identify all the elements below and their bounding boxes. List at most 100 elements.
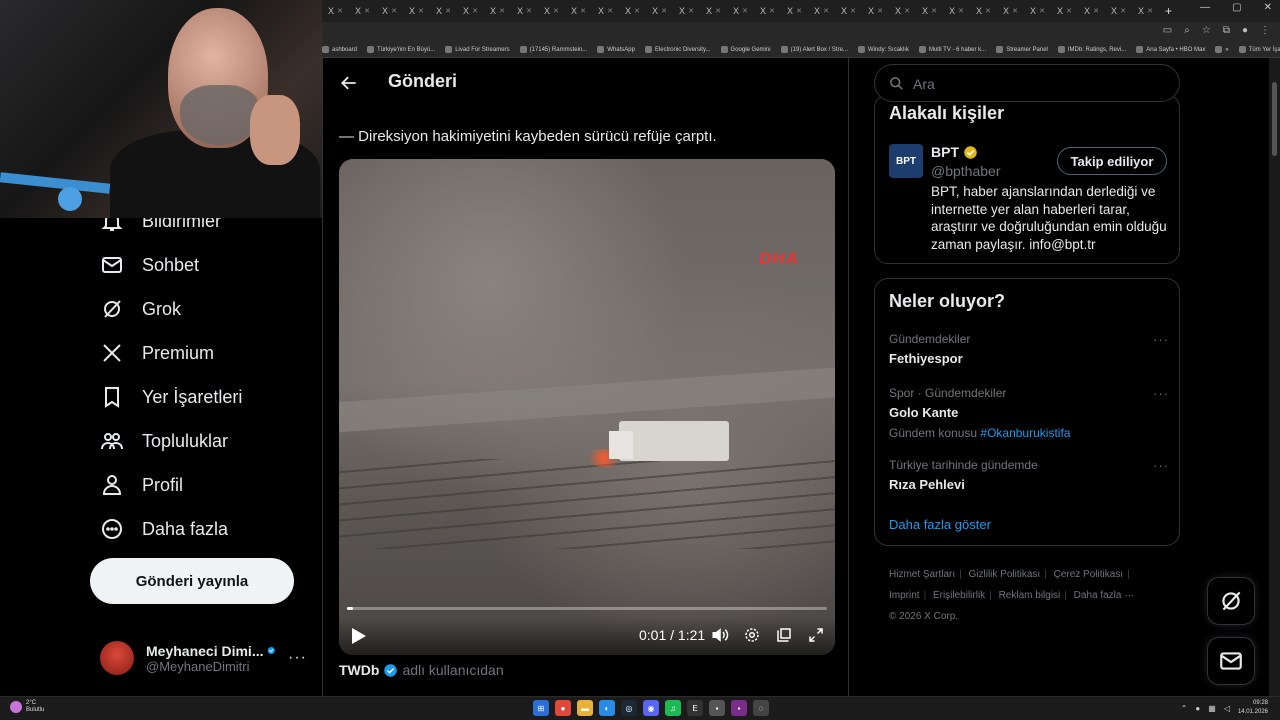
more-link[interactable]: Daha fazla ···	[1074, 590, 1135, 601]
tab-close-icon[interactable]: ✕	[796, 7, 802, 15]
tab-close-icon[interactable]: ✕	[1147, 7, 1153, 15]
browser-tab[interactable]: X ✕	[457, 3, 484, 19]
nav-item-daha-fazla[interactable]: Daha fazla	[100, 514, 228, 544]
browser-tab[interactable]: X ✕	[727, 3, 754, 19]
browser-tab[interactable]: X ✕	[808, 3, 835, 19]
browser-tab[interactable]: X ✕	[997, 3, 1024, 19]
fullscreen-icon[interactable]	[807, 626, 825, 644]
post-button[interactable]: Gönderi yayınla	[90, 558, 294, 604]
bookmark-item[interactable]: IMDb: Ratings, Revi...	[1057, 46, 1126, 53]
browser-tab[interactable]: X ✕	[646, 3, 673, 19]
tab-close-icon[interactable]: ✕	[850, 7, 856, 15]
browser-tab[interactable]: X ✕	[511, 3, 538, 19]
tab-close-icon[interactable]: ✕	[634, 7, 640, 15]
bookmark-item[interactable]: Türkiye'nin En Büyü...	[367, 46, 435, 53]
browser-tab[interactable]: X ✕	[970, 3, 997, 19]
address-bar[interactable]: ▭ ⌕ ☆ ⧉ ● ⋮	[322, 22, 1280, 42]
chrome-icon[interactable]: ●	[555, 700, 571, 716]
tab-close-icon[interactable]: ✕	[337, 7, 343, 15]
browser-tab[interactable]: X ✕	[1024, 3, 1051, 19]
epic-games-icon[interactable]: E	[687, 700, 703, 716]
zoom-icon[interactable]: ⌕	[1184, 25, 1190, 36]
nav-item-sohbet[interactable]: Sohbet	[100, 250, 199, 280]
browser-tab[interactable]: X ✕	[349, 3, 376, 19]
tab-close-icon[interactable]: ✕	[1120, 7, 1126, 15]
steam-icon[interactable]: ◎	[621, 700, 637, 716]
volume-icon[interactable]: ◁	[1224, 704, 1230, 713]
browser-tab[interactable]: X ✕	[538, 3, 565, 19]
browser-tab[interactable]: X ✕	[376, 3, 403, 19]
trend-more-icon[interactable]: ···	[1153, 332, 1169, 347]
tab-close-icon[interactable]: ✕	[1039, 7, 1045, 15]
trend-more-icon[interactable]: ···	[1153, 458, 1169, 473]
cast-icon[interactable]: ▭	[1163, 25, 1172, 36]
tab-close-icon[interactable]: ✕	[418, 7, 424, 15]
tab-close-icon[interactable]: ✕	[877, 7, 883, 15]
tab-close-icon[interactable]: ✕	[715, 7, 721, 15]
browser-tab[interactable]: X ✕	[673, 3, 700, 19]
clock[interactable]: 09:28 14.01.2026	[1238, 699, 1268, 717]
grok-fab[interactable]	[1207, 577, 1255, 625]
network-icon[interactable]: ▦	[1208, 704, 1216, 713]
settings-gear-icon[interactable]	[743, 626, 761, 644]
nav-item-premium[interactable]: Premium	[100, 338, 214, 368]
browser-tab[interactable]: X ✕	[754, 3, 781, 19]
page-scrollbar[interactable]	[1269, 58, 1280, 696]
video-progress-bar[interactable]	[347, 607, 827, 610]
cookies-link[interactable]: Çerez Politikası	[1054, 569, 1123, 580]
chevron-up-icon[interactable]: ⌃	[1181, 704, 1188, 713]
tab-close-icon[interactable]: ✕	[958, 7, 964, 15]
bookmark-item[interactable]: Tüm Yer İşaretleri	[1238, 46, 1280, 53]
browser-tab[interactable]: X ✕	[1105, 3, 1132, 19]
tab-close-icon[interactable]: ✕	[823, 7, 829, 15]
tab-close-icon[interactable]: ✕	[1093, 7, 1099, 15]
following-button[interactable]: Takip ediliyor	[1057, 147, 1167, 175]
tab-close-icon[interactable]: ✕	[391, 7, 397, 15]
nav-item-topluluklar[interactable]: Topluluklar	[100, 426, 228, 456]
tab-close-icon[interactable]: ✕	[364, 7, 370, 15]
browser-tab[interactable]: X ✕	[1051, 3, 1078, 19]
browser-tab[interactable]: X ✕	[484, 3, 511, 19]
source-name[interactable]: TWDb	[339, 662, 379, 678]
edge-icon[interactable]: ◐	[599, 700, 615, 716]
search-input[interactable]	[913, 73, 1163, 95]
account-switcher[interactable]: Meyhaneci Dimi... @MeyhaneDimitri ···	[100, 636, 310, 680]
search-box[interactable]	[874, 64, 1180, 102]
app-icon[interactable]: ▪	[709, 700, 725, 716]
browser-tab[interactable]: X ✕	[889, 3, 916, 19]
new-tab-button[interactable]: +	[1165, 4, 1172, 18]
tab-close-icon[interactable]: ✕	[904, 7, 910, 15]
tab-close-icon[interactable]: ✕	[742, 7, 748, 15]
tab-close-icon[interactable]: ✕	[607, 7, 613, 15]
browser-tab[interactable]: X ✕	[1132, 3, 1159, 19]
scrollbar-thumb[interactable]	[1272, 82, 1277, 156]
browser-tab[interactable]: X ✕	[322, 3, 349, 19]
browser-tab[interactable]: X ✕	[835, 3, 862, 19]
volume-icon[interactable]	[711, 626, 729, 644]
profile-icon[interactable]: ●	[1242, 25, 1248, 36]
bookmark-item[interactable]: Google Gemini	[720, 46, 771, 53]
tab-close-icon[interactable]: ✕	[580, 7, 586, 15]
app-icon[interactable]: ▪	[731, 700, 747, 716]
tab-close-icon[interactable]: ✕	[526, 7, 532, 15]
back-arrow-icon[interactable]	[339, 73, 359, 93]
imprint-link[interactable]: Imprint	[889, 590, 920, 601]
browser-tab[interactable]: X ✕	[430, 3, 457, 19]
browser-tab[interactable]: X ✕	[565, 3, 592, 19]
privacy-link[interactable]: Gizlilik Politikası	[969, 569, 1041, 580]
bookmark-item[interactable]: ashboard	[322, 46, 357, 53]
tab-close-icon[interactable]: ✕	[661, 7, 667, 15]
bookmark-item[interactable]: Windy: Sıcaklık	[857, 46, 909, 53]
tab-close-icon[interactable]: ✕	[445, 7, 451, 15]
browser-tab[interactable]: X ✕	[862, 3, 889, 19]
start-icon[interactable]: ⊞	[533, 700, 549, 716]
tab-close-icon[interactable]: ✕	[553, 7, 559, 15]
spotify-icon[interactable]: ♫	[665, 700, 681, 716]
bookmark-item[interactable]: (17145) Rammstein...	[519, 46, 587, 53]
close-window-icon[interactable]: ✕	[1264, 2, 1272, 13]
minimize-icon[interactable]: —	[1200, 2, 1210, 13]
picture-in-picture-icon[interactable]	[775, 626, 793, 644]
menu-icon[interactable]: ⋮	[1260, 25, 1270, 36]
play-icon[interactable]	[351, 627, 367, 645]
browser-tab[interactable]: X ✕	[403, 3, 430, 19]
